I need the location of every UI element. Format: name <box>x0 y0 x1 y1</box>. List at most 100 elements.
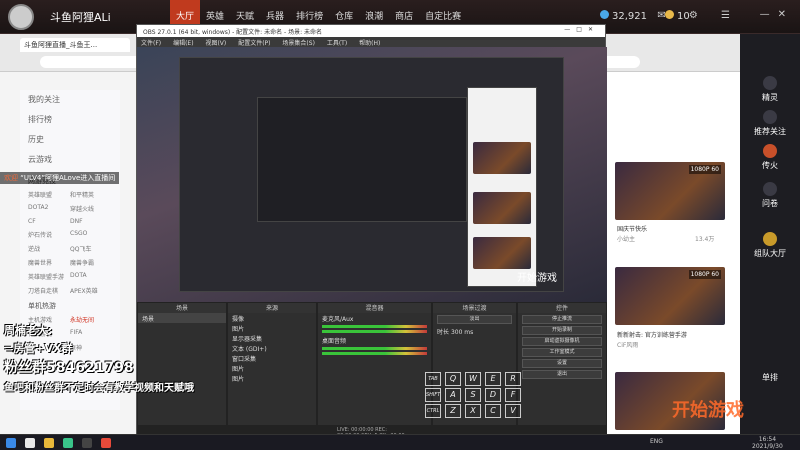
game-link[interactable]: CSGO <box>70 230 112 239</box>
recommend-follow-button[interactable]: 推荐关注 <box>740 110 800 137</box>
volume-meter[interactable] <box>322 352 427 355</box>
team-icon <box>763 232 777 246</box>
team-lobby-button[interactable]: 组队大厅 <box>740 232 800 259</box>
source-item[interactable]: 图片 <box>228 373 316 383</box>
volume-meter[interactable] <box>322 325 427 328</box>
sprite-button[interactable]: 精灵 <box>740 76 800 103</box>
source-item[interactable]: 显示器采集 <box>228 333 316 343</box>
menu-profile[interactable]: 配置文件(P) <box>238 40 270 47</box>
virtual-camera-button[interactable]: 启动虚拟摄像机 <box>522 337 602 346</box>
browser-tab[interactable]: 斗鱼阿狸直播_斗鱼王... <box>20 38 130 52</box>
danmu-prefix: 欢迎 <box>4 174 18 182</box>
nested-thumbnail <box>473 237 531 269</box>
menu-view[interactable]: 视图(V) <box>205 40 226 47</box>
menu-scene-collection[interactable]: 场景集合(S) <box>282 40 315 47</box>
game-link[interactable]: 魔兽世界 <box>28 258 70 267</box>
source-item[interactable]: 图片 <box>228 363 316 373</box>
start-record-button[interactable]: 开始录制 <box>522 326 602 335</box>
taskbar-clock[interactable]: 16:54 2021/9/30 <box>752 436 783 450</box>
window-controls[interactable]: —✕ <box>760 9 794 20</box>
coin-icon <box>600 10 609 19</box>
game-link[interactable]: 刀塔自走棋 <box>28 286 70 295</box>
topbar-icons[interactable]: ✉ ⚙ ☰ <box>657 10 740 21</box>
survey-button[interactable]: 问卷 <box>740 182 800 209</box>
key-z: Z <box>445 404 461 418</box>
transitions-title: 场景过渡 <box>433 303 516 313</box>
game-right-bar: 精灵 推荐关注 传火 问卷 组队大厅 单排 <box>740 34 800 434</box>
exit-button[interactable]: 退出 <box>522 370 602 379</box>
windows-start-icon[interactable] <box>6 438 16 448</box>
obs-preview[interactable]: 开始游戏 <box>137 47 607 302</box>
game-link[interactable]: 英雄联盟 <box>28 190 70 199</box>
video-thumbnail[interactable]: 1080P 60 <box>615 267 725 325</box>
game-link[interactable]: 炉石传说 <box>28 230 70 239</box>
coin-value: 32,921 <box>612 11 647 22</box>
studio-mode-button[interactable]: 工作室模式 <box>522 348 602 357</box>
transition-duration[interactable]: 时长 300 ms <box>433 326 516 336</box>
browser-icon[interactable] <box>63 438 73 448</box>
source-item[interactable]: 摄像 <box>228 313 316 323</box>
source-item[interactable]: 文本 (GDI+) <box>228 343 316 353</box>
solo-label: 单排 <box>762 373 778 382</box>
volume-meter[interactable] <box>322 347 427 350</box>
nested-thumbnail <box>473 192 531 224</box>
sources-panel: 来源 摄像 图片 显示器采集 文本 (GDI+) 窗口采集 图片 图片 <box>227 302 317 435</box>
avatar[interactable] <box>8 4 34 30</box>
tray-lang[interactable]: ENG <box>650 438 663 445</box>
search-icon[interactable] <box>25 438 35 448</box>
transition-select[interactable]: 淡出 <box>437 315 512 324</box>
obs-icon[interactable] <box>82 438 92 448</box>
solo-button[interactable]: 单排 <box>740 372 800 383</box>
mixer-channel: 麦克风/Aux <box>322 316 354 323</box>
sprite-label: 精灵 <box>762 93 778 102</box>
key-v: V <box>505 404 521 418</box>
volume-meter[interactable] <box>322 330 427 333</box>
game-link[interactable]: 魔兽争霸 <box>70 258 112 267</box>
game-link[interactable]: APEX英雄 <box>70 286 112 295</box>
source-item[interactable]: 窗口采集 <box>228 353 316 363</box>
game-link[interactable]: DOTA <box>70 272 112 281</box>
sidebar-item-history[interactable]: 历史 <box>20 130 120 150</box>
key-q: Q <box>445 372 461 386</box>
settings-button[interactable]: 设置 <box>522 359 602 368</box>
controls-panel: 控件 停止推流 开始录制 启动虚拟摄像机 工作室模式 设置 退出 <box>517 302 607 435</box>
menu-edit[interactable]: 编辑(E) <box>173 40 193 47</box>
mixer-panel: 混音器 麦克风/Aux 桌面音频 <box>317 302 432 435</box>
team-label: 组队大厅 <box>754 249 786 258</box>
game-link[interactable]: 和平精英 <box>70 190 112 199</box>
stop-stream-button[interactable]: 停止推流 <box>522 315 602 324</box>
menu-file[interactable]: 文件(F) <box>141 40 161 47</box>
folder-icon[interactable] <box>44 438 54 448</box>
game-link[interactable]: QQ飞车 <box>70 244 112 253</box>
fire-button[interactable]: 传火 <box>740 144 800 171</box>
start-game-button[interactable]: 开始游戏 <box>672 396 744 422</box>
video-title[interactable]: 新新射击: 官方训练营手游 <box>617 330 687 339</box>
game-link[interactable]: 英雄联盟手游 <box>28 272 70 281</box>
source-item[interactable]: 图片 <box>228 323 316 333</box>
video-title[interactable]: 国庆节快乐 <box>617 224 647 233</box>
key-e: E <box>485 372 501 386</box>
douyu-icon[interactable] <box>101 438 111 448</box>
nested-start-text: 开始游戏 <box>517 273 557 284</box>
sidebar-item-follow[interactable]: 我的关注 <box>20 90 120 110</box>
obs-menubar: 文件(F) 编辑(E) 视图(V) 配置文件(P) 场景集合(S) 工具(T) … <box>137 37 605 47</box>
sidebar-item-cloud-game[interactable]: 云游戏 <box>20 150 120 170</box>
menu-help[interactable]: 帮助(H) <box>359 40 380 47</box>
duration-label: 时长 <box>437 329 450 336</box>
obs-title-text: OBS 27.0.1 (64 bit, windows) - 配置文件: 未命名… <box>143 29 323 36</box>
obs-window-controls[interactable]: —□✕ <box>564 26 599 33</box>
game-link[interactable]: CF <box>28 218 70 225</box>
promo-group: 粉丝群584621798 <box>4 360 134 376</box>
game-link[interactable]: DNF <box>70 218 112 225</box>
nested-thumbnail <box>473 142 531 174</box>
mixer-channel: 桌面音频 <box>322 338 347 345</box>
video-thumbnail[interactable]: 1080P 60 <box>615 162 725 220</box>
game-link[interactable]: 逆战 <box>28 244 70 253</box>
menu-tools[interactable]: 工具(T) <box>327 40 347 47</box>
game-link[interactable]: 穿越火线 <box>70 204 112 213</box>
sidebar-item-ranking[interactable]: 排行榜 <box>20 110 120 130</box>
key-ctrl: CTRL <box>425 404 441 418</box>
key-d: D <box>485 388 501 402</box>
key-a: A <box>445 388 461 402</box>
game-link[interactable]: DOTA2 <box>28 204 70 213</box>
